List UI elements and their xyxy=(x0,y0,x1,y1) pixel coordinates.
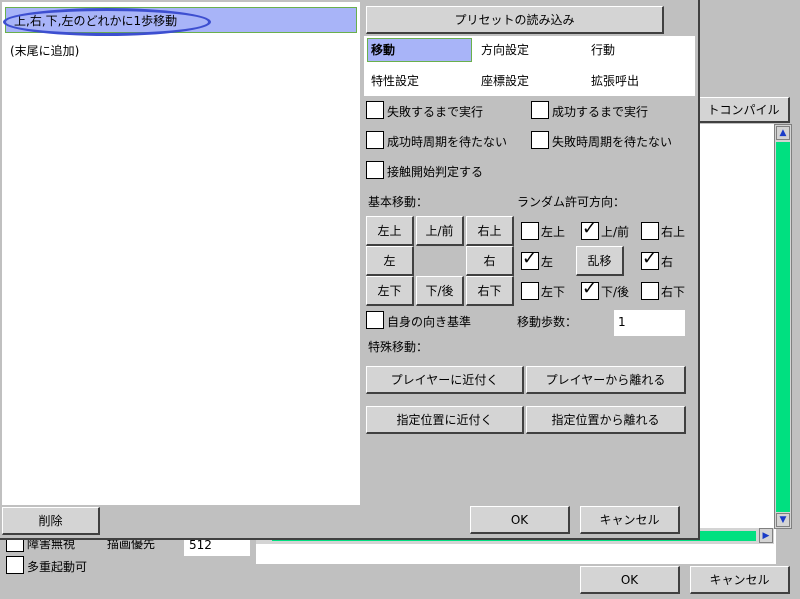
random-up-right-checkbox[interactable] xyxy=(641,222,659,240)
no-wait-on-fail-label: 失敗時周期を待たない xyxy=(552,135,673,149)
highlight-ellipse xyxy=(3,8,211,36)
run-until-success-label: 成功するまで実行 xyxy=(552,105,649,119)
contact-start-checkbox[interactable] xyxy=(366,161,384,179)
run-until-success-checkbox[interactable] xyxy=(531,101,549,119)
move-up-right-button[interactable]: 右上 xyxy=(466,216,514,246)
random-up-label: 上/前 xyxy=(601,225,630,239)
move-up-left-button[interactable]: 左上 xyxy=(366,216,414,246)
delete-button[interactable]: 削除 xyxy=(2,507,100,535)
compile-button-label: トコンパイル xyxy=(707,103,780,117)
contact-start-label: 接触開始判定する xyxy=(387,165,484,179)
dialog-cancel-label: キャンセル xyxy=(599,513,660,527)
list-item[interactable]: (末尾に追加) xyxy=(10,44,79,58)
move-right-button[interactable]: 右 xyxy=(466,246,514,276)
tab-direction-setting[interactable]: 方向設定 xyxy=(481,43,529,57)
special-move-heading: 特殊移動： xyxy=(368,340,429,354)
no-wait-on-fail-checkbox[interactable] xyxy=(531,131,549,149)
scroll-right-arrow-icon[interactable]: ▶ xyxy=(759,528,773,543)
move-steps-label: 移動歩数： xyxy=(517,315,578,329)
draw-priority-value: 512 xyxy=(189,538,212,552)
no-wait-on-success-checkbox[interactable] xyxy=(366,131,384,149)
random-move-button[interactable]: 乱移 xyxy=(576,246,624,276)
leave-player-button[interactable]: プレイヤーから離れる xyxy=(526,366,686,394)
scroll-down-arrow-icon[interactable]: ▼ xyxy=(776,513,790,527)
vertical-scrollbar[interactable]: ▲ ▼ xyxy=(774,124,792,529)
random-down-right-label: 右下 xyxy=(661,285,686,299)
random-right-checkbox[interactable] xyxy=(641,249,659,270)
move-down-right-button[interactable]: 右下 xyxy=(466,276,514,306)
move-down-left-button[interactable]: 左下 xyxy=(366,276,414,306)
random-up-checkbox[interactable] xyxy=(581,219,599,240)
leave-position-button[interactable]: 指定位置から離れる xyxy=(526,406,686,434)
preset-load-button[interactable]: プリセットの読み込み xyxy=(366,6,664,34)
run-until-fail-label: 失敗するまで実行 xyxy=(387,105,484,119)
approach-player-button[interactable]: プレイヤーに近付く xyxy=(366,366,524,394)
tab-move[interactable]: 移動 xyxy=(367,38,472,62)
command-list[interactable]: 上,右,下,左のどれかに1歩移動 (末尾に追加) xyxy=(2,2,360,505)
random-left-checkbox[interactable] xyxy=(521,249,539,270)
tab-action[interactable]: 行動 xyxy=(591,43,615,57)
move-left-button[interactable]: 左 xyxy=(366,246,414,276)
bg-ok-label: OK xyxy=(620,572,639,587)
random-direction-heading: ランダム許可方向： xyxy=(517,195,626,209)
random-up-right-label: 右上 xyxy=(661,225,686,239)
move-up-button[interactable]: 上/前 xyxy=(416,216,464,246)
move-steps-input[interactable]: 1 xyxy=(614,310,685,336)
random-down-checkbox[interactable] xyxy=(581,279,599,300)
random-down-left-label: 左下 xyxy=(541,285,566,299)
multi-launch-label: 多重起動可 xyxy=(27,560,88,574)
bg-cancel-button[interactable]: キャンセル xyxy=(690,566,790,594)
approach-position-button[interactable]: 指定位置に近付く xyxy=(366,406,524,434)
scroll-up-arrow-icon[interactable]: ▲ xyxy=(776,126,790,140)
multi-launch-checkbox[interactable] xyxy=(6,556,24,574)
self-direction-checkbox[interactable] xyxy=(366,311,384,329)
tab-extended-call[interactable]: 拡張呼出 xyxy=(591,74,639,88)
random-down-left-checkbox[interactable] xyxy=(521,282,539,300)
random-up-left-checkbox[interactable] xyxy=(521,222,539,240)
delete-label: 削除 xyxy=(38,514,63,528)
random-down-right-checkbox[interactable] xyxy=(641,282,659,300)
dialog-cancel-button[interactable]: キャンセル xyxy=(580,506,680,534)
bg-ok-button[interactable]: OK xyxy=(580,566,680,594)
dialog-ok-button[interactable]: OK xyxy=(470,506,570,534)
dialog-ok-label: OK xyxy=(510,512,529,527)
run-until-fail-checkbox[interactable] xyxy=(366,101,384,119)
move-down-button[interactable]: 下/後 xyxy=(416,276,464,306)
tab-property-setting[interactable]: 特性設定 xyxy=(371,74,419,88)
random-left-label: 左 xyxy=(541,255,554,269)
no-wait-on-success-label: 成功時周期を待たない xyxy=(387,135,508,149)
scroll-thumb[interactable] xyxy=(776,142,790,512)
self-direction-label: 自身の向き基準 xyxy=(387,315,472,329)
compile-button[interactable]: トコンパイル xyxy=(698,97,790,123)
bg-cancel-label: キャンセル xyxy=(709,573,770,587)
basic-move-heading: 基本移動： xyxy=(368,195,429,209)
move-steps-value: 1 xyxy=(618,315,626,329)
random-up-left-label: 左上 xyxy=(541,225,566,239)
random-right-label: 右 xyxy=(661,255,674,269)
preset-load-label: プリセットの読み込み xyxy=(454,13,575,27)
random-down-label: 下/後 xyxy=(601,285,630,299)
tab-coordinate-setting[interactable]: 座標設定 xyxy=(481,74,529,88)
